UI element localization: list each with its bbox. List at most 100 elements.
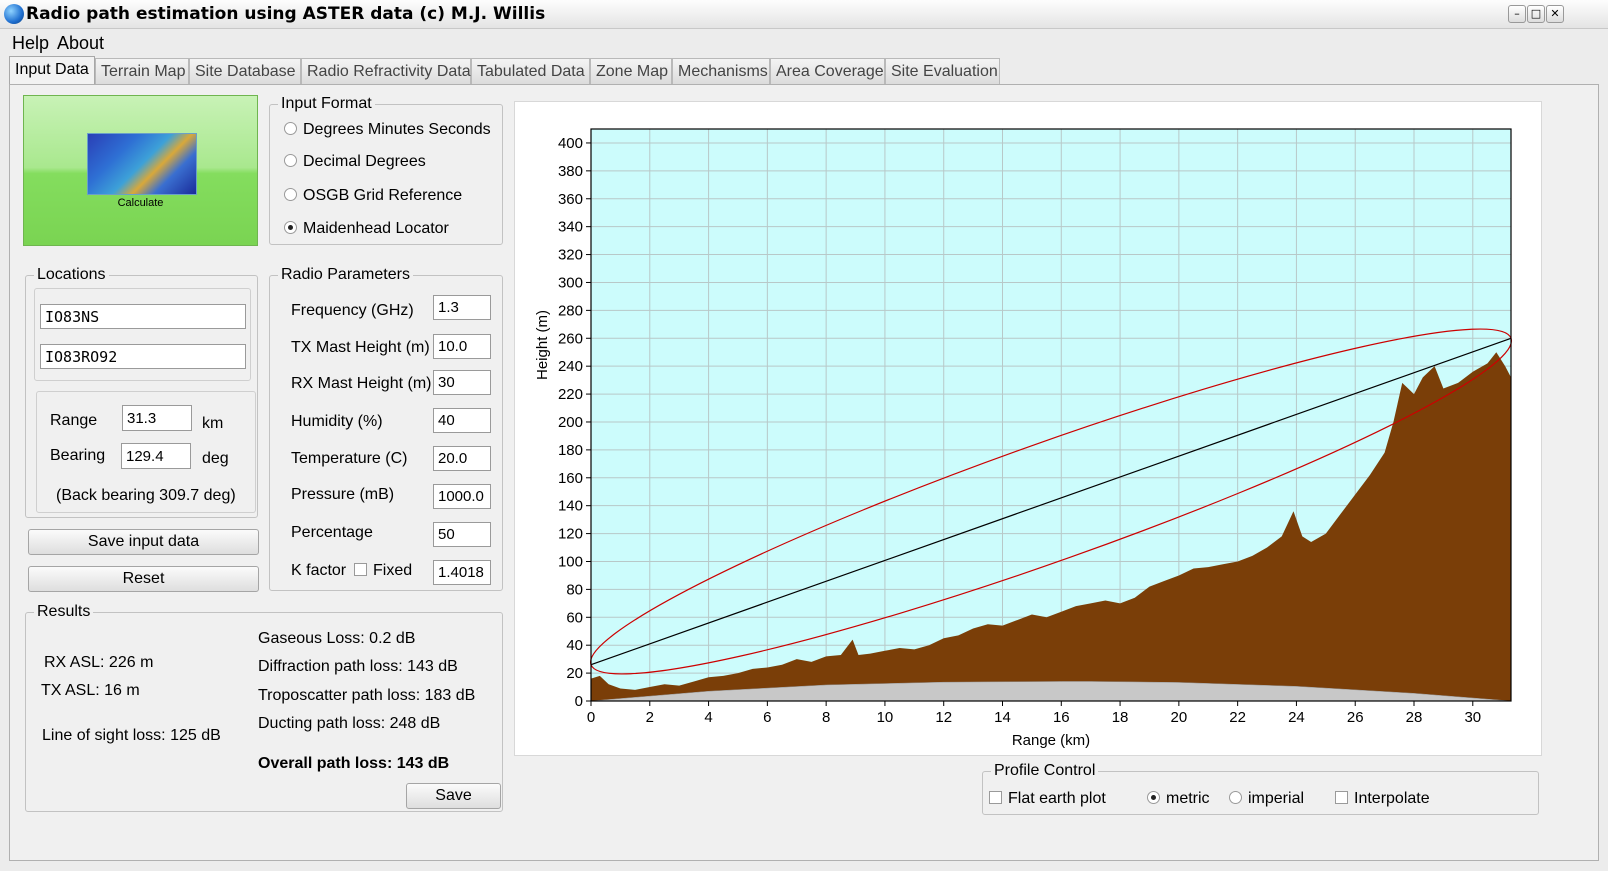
input-format-group: Input Format Degrees Minutes Seconds Dec…	[269, 95, 503, 245]
y-tick-label: 80	[566, 581, 583, 598]
checkbox-icon	[1335, 791, 1348, 804]
x-tick-label: 26	[1347, 709, 1364, 726]
results-legend: Results	[34, 603, 94, 621]
terrain-profile-chart: 0 2 4 6 8 10 12 14 16 18 20 22 24 26 28 30 0 20 40 60 80 100 1…	[514, 101, 1542, 756]
checkbox-icon	[989, 791, 1002, 804]
flat-earth-checkbox[interactable]: Flat earth plot	[989, 790, 1106, 808]
y-tick-label: 200	[558, 414, 583, 431]
app-globe-icon	[4, 4, 24, 24]
interpolate-checkbox[interactable]: Interpolate	[1335, 790, 1430, 808]
tab-radio-refractivity-data[interactable]: Radio Refractivity Data	[301, 58, 471, 84]
rx-mast-field[interactable]	[433, 370, 491, 395]
gaseous-loss-text: Gaseous Loss: 0.2 dB	[258, 630, 416, 647]
humidity-field[interactable]	[433, 408, 491, 433]
save-button[interactable]: Save	[406, 783, 501, 809]
percentage-label: Percentage	[291, 524, 373, 541]
europe-map-thumbnail	[87, 133, 197, 195]
menu-bar: Help About	[0, 29, 1608, 56]
tx-asl-text: TX ASL: 16 m	[41, 682, 140, 699]
range-field[interactable]	[122, 405, 192, 431]
terrain-profile-svg: 0 2 4 6 8 10 12 14 16 18 20 22 24 26 28 300204060801001…	[534, 128, 1513, 749]
tab-site-evaluation[interactable]: Site Evaluation	[885, 58, 1000, 84]
tx-locator-input[interactable]	[40, 304, 246, 329]
y-tick-label: 100	[558, 553, 583, 570]
humidity-label: Humidity (%)	[291, 413, 383, 430]
format-option-maidenhead[interactable]: Maidenhead Locator	[284, 220, 449, 238]
temperature-field[interactable]	[433, 446, 491, 471]
y-tick-label: 280	[558, 302, 583, 319]
y-tick-label: 0	[575, 693, 583, 710]
rx-locator-input[interactable]	[40, 344, 246, 369]
imperial-radio[interactable]: imperial	[1229, 790, 1304, 808]
bearing-field[interactable]	[121, 443, 191, 469]
tab-zone-map[interactable]: Zone Map	[590, 58, 672, 84]
y-tick-label: 380	[558, 163, 583, 180]
y-axis-label: Height (m)	[534, 310, 551, 380]
calculate-label: Calculate	[117, 197, 164, 209]
radio-parameters-group: Radio Parameters Frequency (GHz) TX Mast…	[269, 266, 503, 591]
frequency-label: Frequency (GHz)	[291, 302, 414, 319]
fixed-checkbox[interactable]: Fixed	[354, 562, 412, 580]
menu-about[interactable]: About	[57, 33, 104, 54]
maximize-icon[interactable]: □	[1527, 5, 1545, 23]
line-of-sight-loss-text: Line of sight loss: 125 dB	[42, 727, 221, 744]
frequency-field[interactable]	[433, 295, 491, 320]
range-unit: km	[202, 415, 224, 432]
x-tick-label: 12	[935, 709, 952, 726]
y-tick-label: 320	[558, 247, 583, 264]
tab-terrain-map[interactable]: Terrain Map	[95, 58, 189, 84]
tab-area-coverage[interactable]: Area Coverage	[770, 58, 885, 84]
tab-tabulated-data[interactable]: Tabulated Data	[471, 58, 590, 84]
tx-mast-field[interactable]	[433, 334, 491, 359]
close-icon[interactable]: ✕	[1546, 5, 1564, 23]
tab-input-data[interactable]: Input Data	[9, 56, 95, 84]
tab-site-database[interactable]: Site Database	[189, 58, 301, 84]
rx-mast-label: RX Mast Height (m)	[291, 375, 432, 392]
percentage-field[interactable]	[433, 522, 491, 547]
k-factor-label: K factor	[291, 562, 347, 579]
format-option-osgb[interactable]: OSGB Grid Reference	[284, 187, 462, 205]
pressure-label: Pressure (mB)	[291, 486, 395, 503]
rx-asl-text: RX ASL: 226 m	[44, 654, 154, 671]
x-tick-label: 2	[646, 709, 654, 726]
ducting-loss-text: Ducting path loss: 248 dB	[258, 715, 441, 732]
x-tick-label: 24	[1288, 709, 1305, 726]
k-factor-field[interactable]	[433, 560, 491, 585]
x-tick-label: 18	[1112, 709, 1129, 726]
radio-icon	[1229, 791, 1242, 804]
locations-legend: Locations	[34, 266, 109, 284]
window-title: Radio path estimation using ASTER data (…	[26, 4, 546, 24]
reset-button[interactable]: Reset	[28, 566, 259, 592]
x-tick-label: 0	[587, 709, 595, 726]
temperature-label: Temperature (C)	[291, 450, 408, 467]
minimize-icon[interactable]: –	[1508, 5, 1526, 23]
pressure-field[interactable]	[433, 484, 491, 509]
y-tick-label: 240	[558, 358, 583, 375]
x-tick-label: 10	[877, 709, 894, 726]
x-tick-label: 8	[822, 709, 830, 726]
y-tick-label: 40	[566, 637, 583, 654]
format-option-dms[interactable]: Degrees Minutes Seconds	[284, 121, 491, 139]
back-bearing-text: (Back bearing 309.7 deg)	[56, 487, 236, 504]
x-tick-label: 6	[763, 709, 771, 726]
radio-icon	[284, 154, 297, 167]
menu-help[interactable]: Help	[12, 33, 49, 54]
y-tick-label: 120	[558, 526, 583, 543]
x-tick-label: 22	[1229, 709, 1246, 726]
calculate-button[interactable]: Calculate	[23, 95, 258, 246]
overall-path-loss-text: Overall path loss: 143 dB	[258, 755, 450, 772]
y-tick-label: 60	[566, 609, 583, 626]
y-tick-label: 260	[558, 330, 583, 347]
x-tick-label: 16	[1053, 709, 1070, 726]
x-tick-label: 20	[1171, 709, 1188, 726]
x-tick-label: 30	[1464, 709, 1481, 726]
range-label: Range	[50, 412, 98, 429]
format-option-decimal[interactable]: Decimal Degrees	[284, 153, 426, 171]
tab-mechanisms[interactable]: Mechanisms	[672, 58, 770, 84]
y-tick-label: 360	[558, 191, 583, 208]
locations-group: Locations Range km Bearing deg (Back bea…	[25, 266, 258, 518]
bearing-unit: deg	[202, 450, 229, 467]
y-tick-label: 20	[566, 665, 583, 682]
save-input-data-button[interactable]: Save input data	[28, 529, 259, 555]
metric-radio[interactable]: metric	[1147, 790, 1210, 808]
